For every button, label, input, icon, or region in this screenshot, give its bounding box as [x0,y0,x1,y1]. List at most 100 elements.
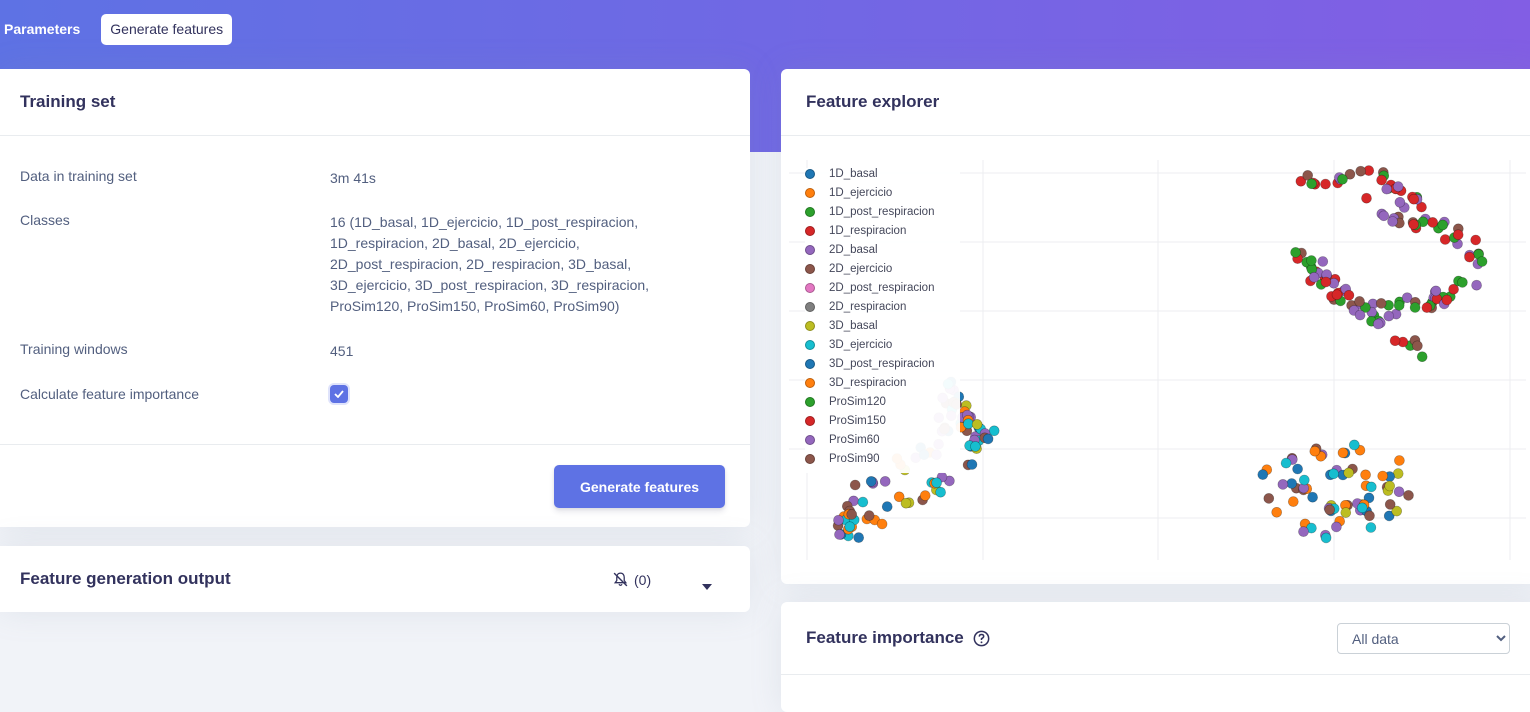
legend-item[interactable]: 3D_respiracion [805,377,906,389]
scatter-point[interactable] [1393,300,1405,311]
legend-item[interactable]: ProSim150 [805,415,886,427]
scatter-point[interactable] [1427,217,1439,228]
legend-item[interactable]: ProSim90 [805,453,880,465]
scatter-point[interactable] [1343,290,1355,301]
scatter-point[interactable] [834,529,845,540]
scatter-point[interactable] [1376,174,1387,186]
scatter-point[interactable] [971,419,983,430]
scatter-point[interactable] [1337,173,1348,185]
scatter-point[interactable] [1437,219,1449,231]
scatter-point[interactable] [1408,219,1419,230]
scatter-point[interactable] [1409,302,1421,313]
scatter-point[interactable] [1377,470,1389,482]
scatter-point[interactable] [1263,493,1275,504]
legend-item[interactable]: 3D_basal [805,320,878,332]
scatter-point[interactable] [1356,502,1368,514]
scatter-point[interactable] [1394,196,1406,208]
legend-item[interactable]: ProSim60 [805,434,880,446]
scatter-point[interactable] [966,459,978,470]
scatter-point[interactable] [1412,340,1423,352]
scatter-point[interactable] [982,433,994,445]
scatter-point[interactable] [1441,294,1453,306]
scatter-point[interactable] [935,486,946,498]
scatter-point[interactable] [1354,296,1365,307]
legend-item[interactable]: 2D_ejercicio [805,263,892,275]
scatter-point[interactable] [1384,499,1396,510]
scatter-point[interactable] [1464,251,1475,263]
scatter-point[interactable] [1340,507,1352,518]
scatter-point[interactable] [1320,532,1332,544]
scatter-point[interactable] [853,532,864,543]
scatter-point[interactable] [833,514,844,526]
legend-item[interactable]: 3D_post_respiracion [805,358,934,370]
scatter-point[interactable] [1298,526,1309,537]
scatter-point[interactable] [1331,289,1343,300]
scatter-point[interactable] [1320,178,1331,190]
scatter-point[interactable] [1287,496,1299,507]
legend-item[interactable]: 1D_post_respiracion [805,206,934,218]
caret-down-icon[interactable] [702,577,712,595]
scatter-point[interactable] [876,518,888,530]
importance-data-select[interactable]: All data [1337,623,1510,654]
legend-item[interactable]: 1D_basal [805,168,878,180]
scatter-point[interactable] [881,501,893,512]
scatter-point[interactable] [1343,467,1355,479]
scatter-point[interactable] [1354,309,1366,321]
scatter-point[interactable] [1384,480,1396,492]
tab-parameters[interactable]: Parameters [0,14,90,45]
scatter-point[interactable] [1328,468,1339,480]
legend-item[interactable]: ProSim120 [805,396,886,408]
scatter-point[interactable] [1383,310,1395,322]
scatter-point[interactable] [1348,439,1360,451]
legend-item[interactable]: 1D_respiracion [805,225,906,237]
scatter-point[interactable] [1471,279,1482,291]
scatter-point[interactable] [1309,445,1321,457]
scatter-point[interactable] [1292,463,1303,475]
scatter-point[interactable] [1375,298,1387,309]
scatter-point[interactable] [1306,178,1317,190]
scatter-point[interactable] [1320,276,1332,288]
scatter-point[interactable] [900,497,912,509]
scatter-point[interactable] [1317,256,1329,267]
legend-item[interactable]: 2D_basal [805,244,878,256]
scatter-point[interactable] [1408,193,1420,205]
legend-item[interactable]: 2D_post_respiracion [805,282,934,294]
scatter-point[interactable] [1324,504,1336,516]
scatter-point[interactable] [1290,247,1301,258]
scatter-point[interactable] [1457,277,1468,288]
scatter-point[interactable] [1470,234,1482,246]
scatter-point[interactable] [1372,318,1384,330]
scatter-point[interactable] [1361,192,1372,204]
scatter-point[interactable] [1394,455,1405,466]
scatter-point[interactable] [1403,490,1414,501]
scatter-point[interactable] [1306,255,1317,266]
scatter-point[interactable] [919,490,931,501]
scatter-point[interactable] [1360,469,1371,481]
scatter-point[interactable] [1378,210,1390,222]
scatter-point[interactable] [849,479,861,491]
scatter-point[interactable] [1476,256,1488,267]
feature-importance-checkbox[interactable] [330,385,348,403]
scatter-point[interactable] [1364,510,1375,522]
scatter-point[interactable] [1365,481,1377,493]
scatter-point[interactable] [1286,478,1298,489]
scatter-point[interactable] [1392,181,1404,192]
scatter-point[interactable] [1337,447,1349,459]
tab-generate-features[interactable]: Generate features [101,14,233,45]
scatter-point[interactable] [1387,216,1398,227]
scatter-point[interactable] [1277,479,1289,490]
legend-item[interactable]: 1D_ejercicio [805,187,892,199]
scatter-point[interactable] [1430,285,1442,297]
scatter-point[interactable] [1280,457,1292,469]
scatter-point[interactable] [1365,522,1377,533]
scatter-point[interactable] [931,477,942,489]
scatter-point[interactable] [1298,474,1310,486]
bell-slash-icon[interactable] [612,571,629,593]
scatter-point[interactable] [865,476,877,487]
scatter-point[interactable] [1271,506,1283,518]
legend-item[interactable]: 3D_ejercicio [805,339,892,351]
scatter-point[interactable] [863,510,875,521]
scatter-point[interactable] [1355,165,1367,177]
scatter-point[interactable] [1452,229,1464,240]
scatter-point[interactable] [1257,469,1269,480]
